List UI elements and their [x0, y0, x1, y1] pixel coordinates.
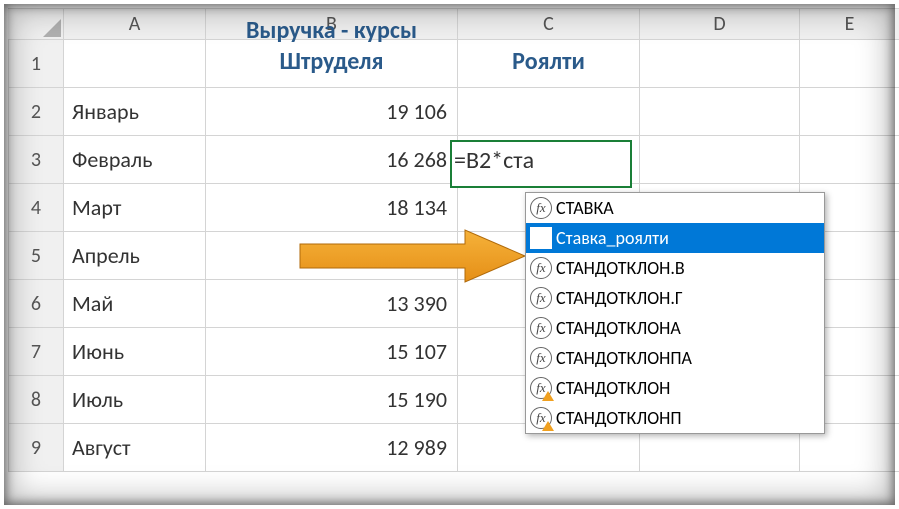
- cell-D3[interactable]: [640, 136, 800, 184]
- cell-C1[interactable]: Роялти: [458, 40, 640, 88]
- autocomplete-item[interactable]: Ставка_роялти: [526, 223, 824, 253]
- cell-B2[interactable]: 19 106: [206, 88, 458, 136]
- cell-A9[interactable]: Август: [64, 424, 206, 472]
- autocomplete-item[interactable]: fxСТАВКА: [526, 193, 824, 223]
- autocomplete-item[interactable]: fxСТАНДОТКЛОН.Г: [526, 283, 824, 313]
- autocomplete-item[interactable]: fxСТАНДОТКЛОНПА: [526, 343, 824, 373]
- cell-E2[interactable]: [800, 88, 899, 136]
- autocomplete-item[interactable]: fxСТАНДОТКЛОН: [526, 373, 824, 403]
- function-icon: fx: [530, 197, 552, 219]
- row-header-3[interactable]: 3: [8, 136, 64, 184]
- row-header-6[interactable]: 6: [8, 280, 64, 328]
- function-deprecated-icon: fx: [530, 377, 552, 399]
- col-header-C[interactable]: C: [458, 8, 640, 40]
- autocomplete-label: СТАНДОТКЛОН: [556, 377, 670, 399]
- autocomplete-label: Ставка_роялти: [556, 227, 669, 249]
- cell-B1[interactable]: Выручка - курсы Штруделя: [206, 40, 458, 88]
- row-header-7[interactable]: 7: [8, 328, 64, 376]
- cell-A7[interactable]: Июнь: [64, 328, 206, 376]
- row-header-2[interactable]: 2: [8, 88, 64, 136]
- autocomplete-label: СТАВКА: [556, 197, 614, 219]
- cell-B4[interactable]: 18 134: [206, 184, 458, 232]
- cell-D2[interactable]: [640, 88, 800, 136]
- autocomplete-label: СТАНДОТКЛОН.Г: [556, 287, 683, 309]
- row-header-9[interactable]: 9: [8, 424, 64, 472]
- function-icon: fx: [530, 347, 552, 369]
- cell-E3[interactable]: [800, 136, 899, 184]
- row-header-1[interactable]: 1: [8, 40, 64, 88]
- select-all-corner[interactable]: [8, 8, 64, 40]
- function-icon: fx: [530, 287, 552, 309]
- formula-input[interactable]: =B2*ста: [454, 146, 534, 175]
- autocomplete-item[interactable]: fxСТАНДОТКЛОНА: [526, 313, 824, 343]
- cell-A5[interactable]: Апрель: [64, 232, 206, 280]
- autocomplete-label: СТАНДОТКЛОНПА: [556, 347, 692, 369]
- cell-E1[interactable]: [800, 40, 899, 88]
- cell-B6[interactable]: 13 390: [206, 280, 458, 328]
- cell-B3[interactable]: 16 268: [206, 136, 458, 184]
- cell-A6[interactable]: Май: [64, 280, 206, 328]
- cell-A2[interactable]: Январь: [64, 88, 206, 136]
- cell-B9[interactable]: 12 989: [206, 424, 458, 472]
- function-deprecated-icon: fx: [530, 407, 552, 429]
- cell-C2[interactable]: [458, 88, 640, 136]
- autocomplete-label: СТАНДОТКЛОНА: [556, 317, 681, 339]
- col-header-E[interactable]: E: [800, 8, 899, 40]
- cell-B7[interactable]: 15 107: [206, 328, 458, 376]
- cell-A4[interactable]: Март: [64, 184, 206, 232]
- autocomplete-label: СТАНДОТКЛОН.В: [556, 257, 685, 279]
- cell-A3[interactable]: Февраль: [64, 136, 206, 184]
- row-header-8[interactable]: 8: [8, 376, 64, 424]
- row-header-4[interactable]: 4: [8, 184, 64, 232]
- col-header-D[interactable]: D: [640, 8, 800, 40]
- cell-A8[interactable]: Июль: [64, 376, 206, 424]
- cell-B8[interactable]: 15 190: [206, 376, 458, 424]
- function-icon: fx: [530, 257, 552, 279]
- cell-D1[interactable]: [640, 40, 800, 88]
- autocomplete-item[interactable]: fxСТАНДОТКЛОНП: [526, 403, 824, 433]
- function-icon: fx: [530, 317, 552, 339]
- named-range-icon: [530, 227, 552, 249]
- formula-autocomplete: fxСТАВКАСтавка_роялтиfxСТАНДОТКЛОН.ВfxСТ…: [525, 192, 825, 434]
- col-header-A[interactable]: A: [64, 8, 206, 40]
- row-header-5[interactable]: 5: [8, 232, 64, 280]
- cell-A1[interactable]: [64, 40, 206, 88]
- autocomplete-item[interactable]: fxСТАНДОТКЛОН.В: [526, 253, 824, 283]
- autocomplete-label: СТАНДОТКЛОНП: [556, 407, 682, 429]
- cell-B5[interactable]: 11 500: [206, 232, 458, 280]
